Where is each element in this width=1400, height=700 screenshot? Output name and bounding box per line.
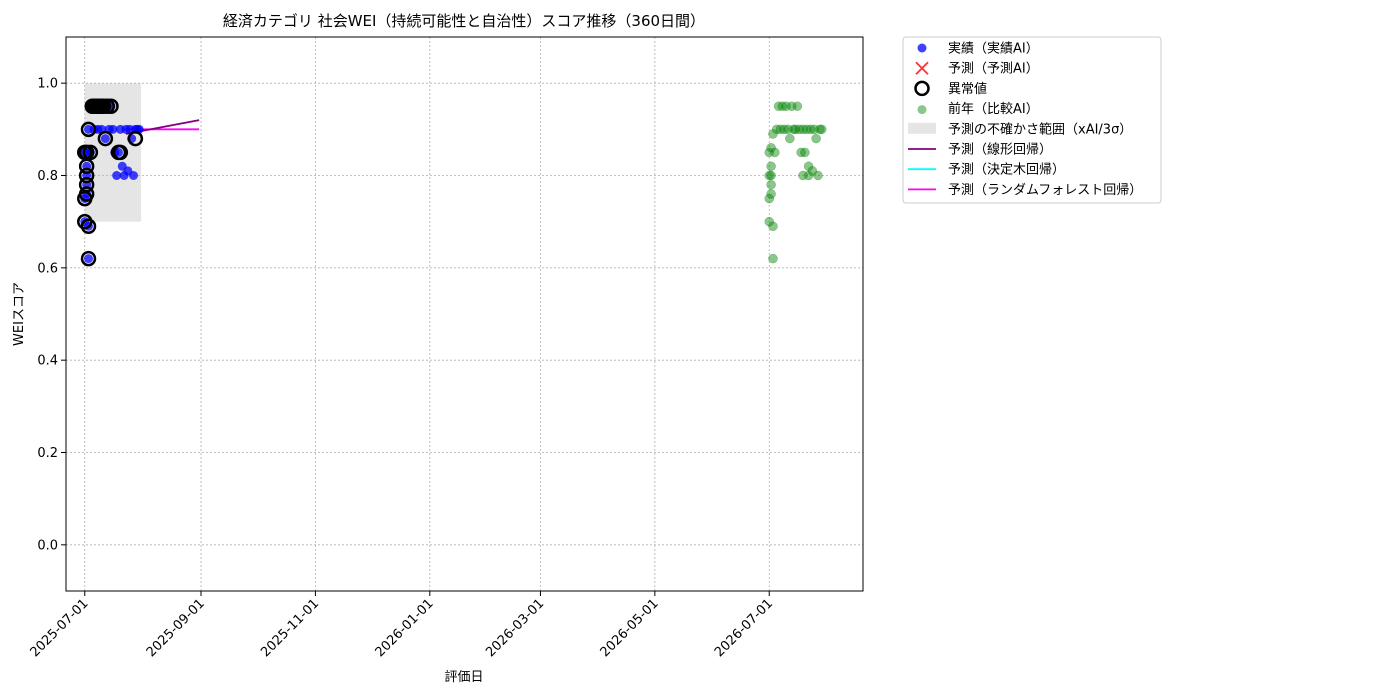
previous-year-point [766,170,776,181]
legend-label: 予測（ランダムフォレスト回帰） [948,182,1142,198]
actual-point [100,134,110,144]
x-tick-label: 2025-11-01 [258,596,322,660]
y-tick-label: 1.0 [37,77,58,92]
legend-label: 予測（線形回帰） [948,142,1052,158]
legend-label: 実績（実績AI） [948,41,1039,57]
x-tick-label: 2026-01-01 [373,596,437,660]
x-tick-label: 2026-03-01 [483,596,547,660]
previous-year-point [768,221,778,232]
previous-year-point [816,124,827,135]
y-tick-label: 0.6 [37,261,58,276]
previous-year-point [770,147,780,158]
x-tick-label: 2026-07-01 [712,596,776,660]
actual-point [84,254,94,264]
legend-label: 予測（予測AI） [948,62,1039,77]
legend: 実績（実績AI） 予測（予測AI） 異常値前年（比較AI） 予測の不確かさ範囲（xAI… [902,36,1162,204]
y-tick-label: 0.4 [37,354,58,369]
previous-year-point [800,147,810,158]
legend-label: 異常値 [948,81,987,97]
chart-title: 経済カテゴリ 社会WEI（持続可能性と自治性）スコア推移（360日間） [223,12,705,30]
previous-year-point [766,179,776,190]
previous-year-point [766,189,776,199]
y-tick-label: 0.8 [37,169,58,184]
previous-year-point [792,101,803,111]
legend-label: 前年（比較AI） [948,101,1039,117]
previous-year-point [813,170,823,181]
y-tick-label: 0.0 [37,538,58,553]
plot-frame [65,36,864,592]
previous-year-point [768,253,778,264]
y-axis-label: WEIスコア [12,282,27,346]
x-tick-label: 2026-05-01 [598,596,662,660]
x-axis-label: 評価日 [444,670,483,685]
x-tick-label: 2025-07-01 [28,596,92,660]
grid-layer [66,37,863,591]
previous-year-layer [764,101,827,264]
previous-year-point [766,161,776,172]
legend-marker-actual [917,43,927,53]
legend-label: 予測の不確かさ範囲（xAI/3σ） [948,121,1132,137]
y-tick-label: 0.2 [37,446,58,461]
legend-label: 予測（決定木回帰） [948,162,1065,178]
actual-point [129,171,139,180]
legend-marker-uncertainty [908,122,936,134]
legend-marker-previous-year [917,105,927,115]
previous-year-point [811,133,821,144]
previous-year-point [785,133,795,144]
chart-figure: 2025-07-01 2025-09-01 2025-11-01 2026-01-01… [12,12,1162,685]
x-tick-label: 2025-09-01 [144,596,208,660]
